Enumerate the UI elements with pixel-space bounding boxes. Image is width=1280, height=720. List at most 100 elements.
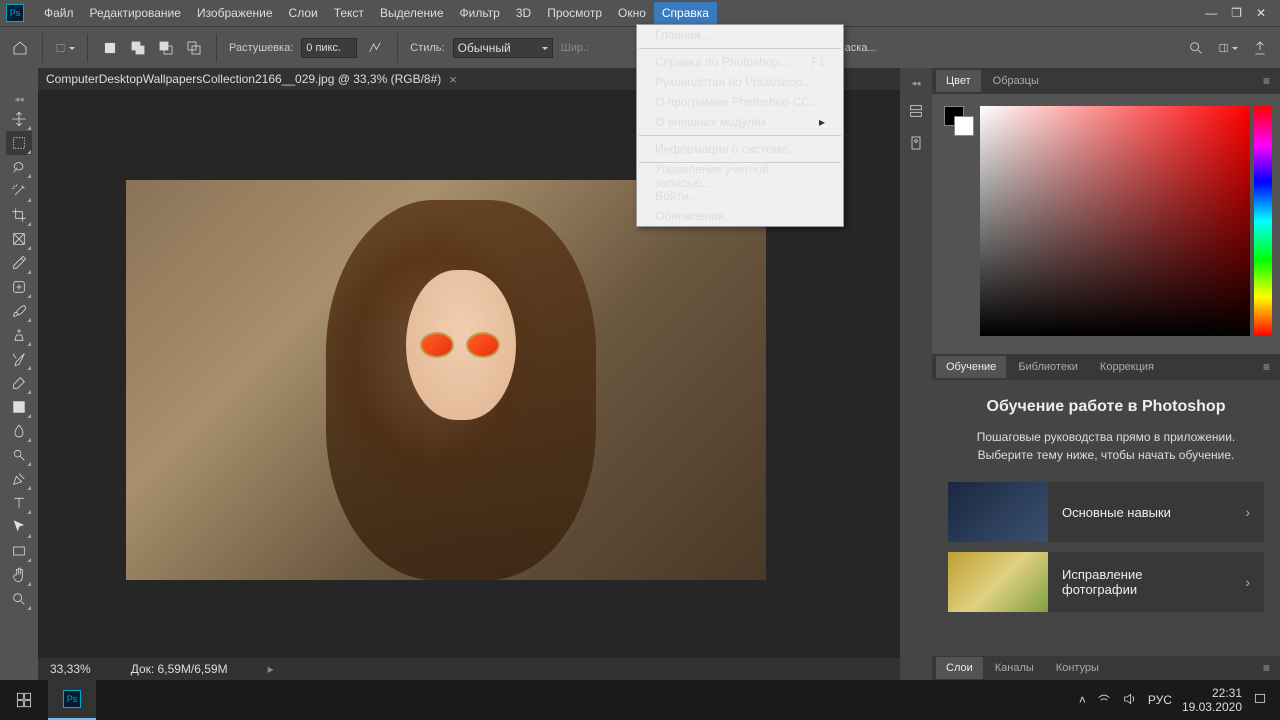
language-indicator[interactable]: РУС [1148, 693, 1172, 707]
marquee-preset-icon[interactable] [55, 38, 75, 58]
tool-brush[interactable] [6, 299, 32, 323]
tool-zoom[interactable] [6, 587, 32, 611]
notifications-icon[interactable] [1252, 691, 1268, 710]
help-dropdown: Главная... Справка по Photoshop...F1Руков… [636, 24, 844, 227]
card-label: Исправление фотографии [1048, 567, 1231, 597]
menu-слои[interactable]: Слои [281, 2, 326, 24]
document-image [126, 180, 766, 580]
tab-swatches[interactable]: Образцы [983, 70, 1049, 92]
menu-фильтр[interactable]: Фильтр [452, 2, 508, 24]
tool-clone[interactable] [6, 323, 32, 347]
expand-icon[interactable]: ◂◂ [911, 76, 921, 90]
tray-chevron-icon[interactable]: ˄ [1079, 693, 1086, 707]
tool-frame[interactable] [6, 227, 32, 251]
start-button[interactable] [0, 680, 48, 720]
panel-menu-icon[interactable]: ≡ [1257, 661, 1276, 675]
help-item[interactable]: Информация о системе... [637, 139, 843, 159]
select-intersect-icon[interactable] [184, 38, 204, 58]
tool-dodge[interactable] [6, 443, 32, 467]
panel-menu-icon[interactable]: ≡ [1257, 360, 1276, 374]
zoom-level[interactable]: 33,33% [50, 662, 91, 676]
tab-channels[interactable]: Каналы [985, 657, 1044, 679]
tool-rect-marquee[interactable] [6, 131, 32, 155]
chevron-right-icon: › [1231, 504, 1264, 520]
status-bar: 33,33% Док: 6,59M/6,59M ▸ [38, 658, 900, 680]
menu-3d[interactable]: 3D [508, 2, 539, 24]
color-picker[interactable] [980, 106, 1250, 336]
close-button[interactable]: ✕ [1256, 6, 1266, 20]
tab-adjustments[interactable]: Коррекция [1090, 356, 1164, 378]
color-panel [932, 94, 1280, 354]
width-label: Шир.: [561, 42, 589, 54]
learn-subtitle: Пошаговые руководства прямо в приложении… [948, 428, 1264, 464]
learn-card-retouch[interactable]: Исправление фотографии › [948, 552, 1264, 612]
menu-просмотр[interactable]: Просмотр [539, 2, 610, 24]
panel-menu-icon[interactable]: ≡ [1257, 74, 1276, 88]
menu-bar: Ps ФайлРедактированиеИзображениеСлоиТекс… [0, 0, 1280, 26]
tool-lasso[interactable] [6, 155, 32, 179]
tool-hand[interactable] [6, 563, 32, 587]
feather-input[interactable] [301, 38, 357, 58]
tool-rectangle[interactable] [6, 539, 32, 563]
wifi-icon[interactable] [1096, 691, 1112, 710]
workspace-icon[interactable] [1218, 38, 1238, 58]
help-item: Управление учетной записью... [637, 166, 843, 186]
doc-size[interactable]: Док: 6,59M/6,59M [131, 662, 228, 676]
home-icon[interactable] [10, 38, 30, 58]
tab-libraries[interactable]: Библиотеки [1008, 356, 1088, 378]
help-item[interactable]: Справка по Photoshop...F1 [637, 52, 843, 72]
sound-icon[interactable] [1122, 691, 1138, 710]
tool-path-select[interactable] [6, 515, 32, 539]
tool-move[interactable] [6, 107, 32, 131]
help-item[interactable]: О программе Photoshop CC... [637, 92, 843, 112]
tab-color[interactable]: Цвет [936, 70, 981, 92]
tool-pen[interactable] [6, 467, 32, 491]
collapse-icon[interactable]: ◂◂ [14, 92, 24, 106]
windows-taskbar: Ps ˄ РУС 22:3119.03.2020 [0, 680, 1280, 720]
properties-dock-icon[interactable] [905, 132, 927, 154]
tool-type[interactable] [6, 491, 32, 515]
menu-справка[interactable]: Справка [654, 2, 717, 24]
learn-card-basics[interactable]: Основные навыки › [948, 482, 1264, 542]
history-dock-icon[interactable] [905, 100, 927, 122]
document-tab[interactable]: ComputerDesktopWallpapersCollection2166_… [38, 68, 465, 90]
hue-slider[interactable] [1254, 106, 1272, 336]
select-subtract-icon[interactable] [156, 38, 176, 58]
minimize-button[interactable]: — [1205, 6, 1217, 20]
select-add-icon[interactable] [128, 38, 148, 58]
menu-изображение[interactable]: Изображение [189, 2, 281, 24]
maximize-button[interactable]: ❐ [1231, 6, 1242, 20]
style-select[interactable]: Обычный [453, 38, 553, 58]
tool-gradient[interactable] [6, 395, 32, 419]
tab-layers[interactable]: Слои [936, 657, 983, 679]
menu-текст[interactable]: Текст [326, 2, 372, 24]
menu-редактирование[interactable]: Редактирование [82, 2, 189, 24]
help-item: Обновления... [637, 206, 843, 226]
antialias-icon[interactable] [365, 38, 385, 58]
select-new-icon[interactable] [100, 38, 120, 58]
share-icon[interactable] [1250, 38, 1270, 58]
close-tab-icon[interactable]: × [449, 72, 457, 87]
tool-magic-wand[interactable] [6, 179, 32, 203]
menu-файл[interactable]: Файл [36, 2, 82, 24]
tool-history-brush[interactable] [6, 347, 32, 371]
tool-eyedropper[interactable] [6, 251, 32, 275]
help-item[interactable]: О внешних модулях [637, 112, 843, 132]
tool-crop[interactable] [6, 203, 32, 227]
fg-bg-swatches[interactable] [944, 106, 974, 136]
help-item[interactable]: Главная... [637, 25, 843, 45]
tab-paths[interactable]: Контуры [1046, 657, 1109, 679]
tool-blur[interactable] [6, 419, 32, 443]
color-panel-tabs: Цвет Образцы ≡ [932, 68, 1280, 94]
menu-выделение[interactable]: Выделение [372, 2, 452, 24]
tool-eraser[interactable] [6, 371, 32, 395]
clock[interactable]: 22:3119.03.2020 [1182, 686, 1242, 715]
taskbar-photoshop[interactable]: Ps [48, 680, 96, 720]
feather-label: Растушевка: [229, 42, 293, 54]
search-icon[interactable] [1186, 38, 1206, 58]
menu-окно[interactable]: Окно [610, 2, 654, 24]
layers-panel-tabs: Слои Каналы Контуры ≡ [932, 656, 1280, 680]
tool-healing[interactable] [6, 275, 32, 299]
help-item[interactable]: Руководства по Photoshop... [637, 72, 843, 92]
tab-learn[interactable]: Обучение [936, 356, 1006, 378]
